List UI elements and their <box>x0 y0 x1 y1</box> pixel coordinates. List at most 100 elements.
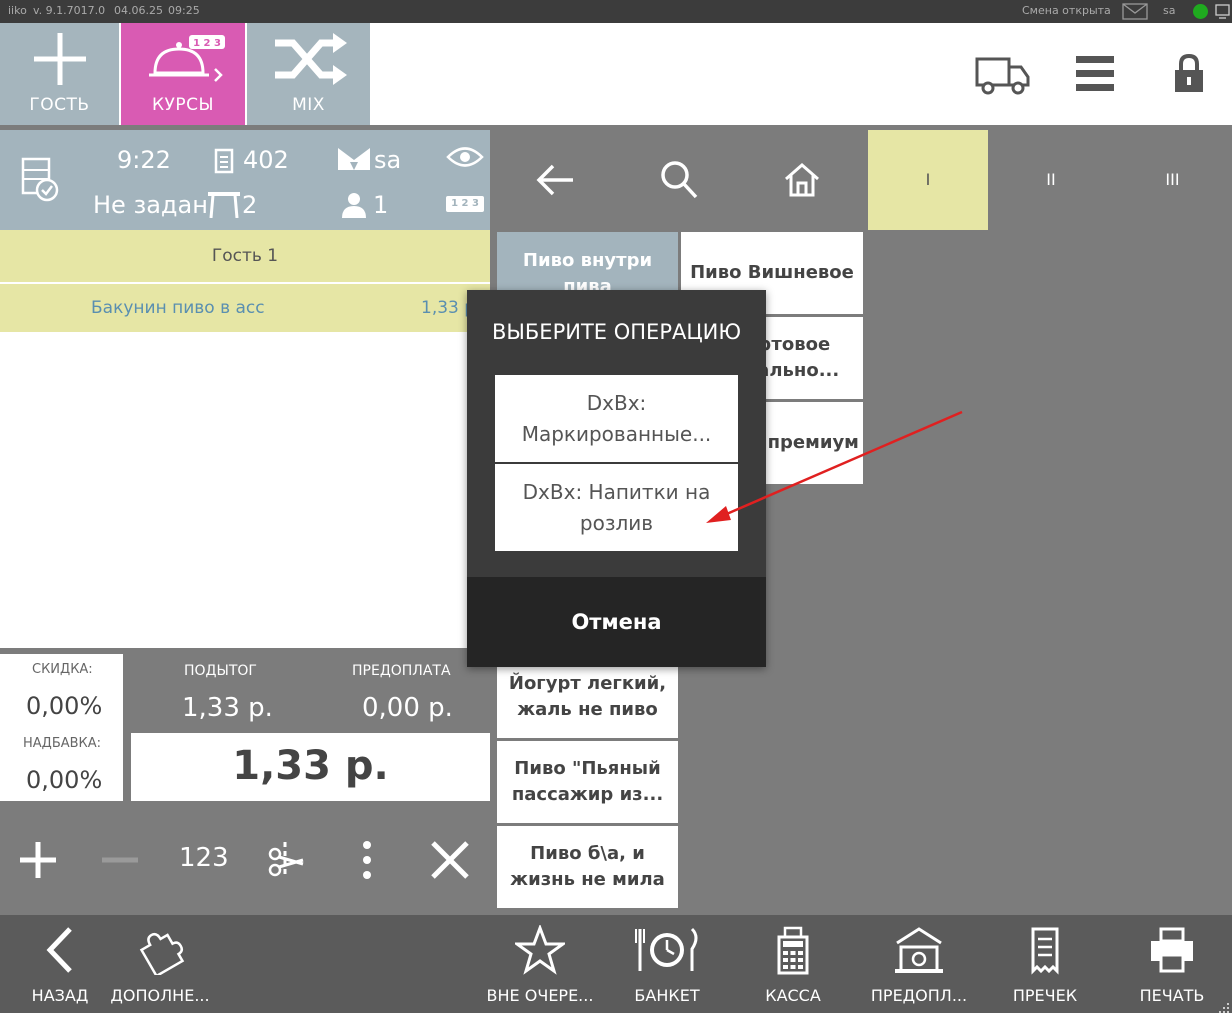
prepayment-value: 0,00 р. <box>362 693 453 723</box>
print-button[interactable]: ПЕЧАТЬ <box>1132 915 1212 1013</box>
product-tile[interactable]: Пиво "Пьяный пассажир из... <box>497 741 678 823</box>
status-date: 04.06.25 <box>114 4 163 17</box>
operation-option-marked[interactable]: DxBx: Маркированные... <box>495 375 738 462</box>
table-icon <box>208 192 240 224</box>
delivery-truck-icon[interactable] <box>975 53 1031 99</box>
order-actions: 123 <box>0 815 490 910</box>
guest-count-icon <box>340 192 368 224</box>
more-options-icon[interactable] <box>357 840 377 884</box>
status-user: sa <box>1163 4 1176 17</box>
back-button[interactable]: НАЗАД <box>20 915 100 1013</box>
prepay-label: ПРЕДОПЛ... <box>870 986 968 1005</box>
product-tile[interactable]: Пиво б\а, и жизнь не мила <box>497 826 678 908</box>
eye-icon[interactable] <box>446 144 484 176</box>
add-guest-button[interactable]: ГОСТЬ <box>0 23 119 125</box>
connection-status-icon <box>1193 4 1208 19</box>
operation-dialog: ВЫБЕРИТЕ ОПЕРАЦИЮ DxBx: Маркированные...… <box>467 290 766 667</box>
extra-label: ДОПОЛНЕ... <box>110 986 210 1005</box>
order-doc-icon[interactable] <box>20 156 60 210</box>
precheck-label: ПРЕЧЕК <box>1012 986 1078 1005</box>
shuffle-icon <box>274 33 347 85</box>
surcharge-value: 0,00% <box>26 766 103 794</box>
order-list: Гость 1 Бакунин пиво в асс 1,33 р. <box>0 230 490 648</box>
cash-register-icon <box>895 927 943 973</box>
receipt-icon <box>1031 927 1059 975</box>
increase-icon[interactable] <box>18 840 58 884</box>
menu-icon[interactable] <box>1076 56 1114 96</box>
discount-label: СКИДКА: <box>32 662 93 677</box>
courses-label: КУРСЫ <box>151 95 215 115</box>
order-time: 9:22 <box>117 146 171 174</box>
order-info-panel: 9:22 402 sa Не задан 2 1 1 2 3 <box>0 130 490 230</box>
decrease-icon[interactable] <box>100 840 140 884</box>
total-value: 1,33 р. <box>232 743 389 789</box>
header: ГОСТЬ 1 2 3 КУРСЫ MIX <box>0 23 1232 125</box>
banquet-icon <box>635 927 698 971</box>
status-bar: iiko v. 9.1.7017.0 04.06.25 09:25 Смена … <box>0 0 1232 23</box>
shift-status: Смена открыта <box>1022 4 1111 17</box>
surcharge-label: НАДБАВКА: <box>23 736 102 751</box>
status-time: 09:25 <box>168 4 200 17</box>
subtotal-value: 1,33 р. <box>182 693 273 723</box>
resize-grip-icon[interactable] <box>1218 999 1230 1013</box>
print-label: ПЕЧАТЬ <box>1139 986 1205 1005</box>
discount-value: 0,00% <box>26 692 103 720</box>
out-of-queue-label: ВНЕ ОЧЕРЕ... <box>486 986 594 1005</box>
app-version: v. 9.1.7017.0 <box>33 4 106 17</box>
serving-dish-icon: 1 2 3 <box>149 35 225 82</box>
precheck-button[interactable]: ПРЕЧЕК <box>1005 915 1085 1013</box>
back-arrow-icon[interactable] <box>535 162 575 202</box>
add-guest-label: ГОСТЬ <box>29 95 90 115</box>
courses-button[interactable]: 1 2 3 КУРСЫ <box>121 23 245 125</box>
guest-row[interactable]: Гость 1 <box>0 230 490 282</box>
menu-navigation-bar: I II III <box>495 130 1232 230</box>
extra-button[interactable]: ДОПОЛНЕ... <box>110 915 210 1013</box>
guest-count: 1 <box>373 191 389 219</box>
mail-icon[interactable] <box>1122 3 1148 23</box>
app-name: iiko <box>8 4 27 17</box>
order-item-name: Бакунин пиво в асс <box>91 298 265 318</box>
lock-icon[interactable] <box>1172 53 1206 97</box>
cashier-button[interactable]: КАССА <box>753 915 833 1013</box>
plus-icon <box>33 33 86 85</box>
calculator-icon <box>777 926 809 975</box>
split-scissors-icon[interactable] <box>265 840 305 884</box>
puzzle-icon <box>139 932 185 975</box>
courses-badge: 1 2 3 <box>193 38 221 49</box>
operation-option-draft-drinks[interactable]: DxBx: Напитки на розлив <box>495 464 738 551</box>
eye-badge: 1 2 3 <box>446 196 484 212</box>
mix-label: MIX <box>292 95 325 115</box>
chevron-left-icon <box>46 927 72 973</box>
home-icon[interactable] <box>783 161 821 203</box>
client-name[interactable]: Не задан <box>93 191 208 219</box>
waiter-icon <box>338 148 370 176</box>
page-tab-2[interactable]: II <box>991 130 1111 230</box>
quantity-button[interactable]: 123 <box>179 843 229 873</box>
dialog-title: ВЫБЕРИТЕ ОПЕРАЦИЮ <box>491 320 742 344</box>
prepay-button[interactable]: ПРЕДОПЛ... <box>871 915 967 1013</box>
mix-button[interactable]: MIX <box>247 23 370 125</box>
banquet-label: БАНКЕТ <box>634 986 700 1005</box>
page-tab-3[interactable]: III <box>1113 130 1232 230</box>
subtotal-label: ПОДЫТОГ <box>184 663 257 679</box>
bottom-toolbar: НАЗАД ДОПОЛНЕ... ВНЕ ОЧЕРЕ... БАНКЕТ КАС… <box>0 915 1232 1013</box>
banquet-button[interactable]: БАНКЕТ <box>627 915 707 1013</box>
search-icon[interactable] <box>660 160 698 204</box>
waiter-name: sa <box>374 146 402 174</box>
order-number: 402 <box>243 146 289 174</box>
out-of-queue-button[interactable]: ВНЕ ОЧЕРЕ... <box>487 915 593 1013</box>
star-icon <box>515 925 565 975</box>
discount-box[interactable]: СКИДКА: 0,00% НАДБАВКА: 0,00% <box>0 654 123 801</box>
order-item-row[interactable]: Бакунин пиво в асс 1,33 р. <box>0 284 490 332</box>
cashier-label: КАССА <box>765 986 821 1005</box>
prepayment-label: ПРЕДОПЛАТА <box>352 663 451 679</box>
delete-icon[interactable] <box>430 840 470 884</box>
total-box: 1,33 р. <box>131 733 490 801</box>
order-number-icon <box>214 148 234 180</box>
product-tile[interactable]: Йогурт легкий, жаль не пиво <box>497 656 678 738</box>
printer-icon <box>1151 927 1193 973</box>
cancel-button[interactable]: Отмена <box>467 577 766 667</box>
page-tab-1[interactable]: I <box>868 130 988 230</box>
monitor-icon[interactable] <box>1215 4 1230 22</box>
table-number: 2 <box>242 191 258 219</box>
